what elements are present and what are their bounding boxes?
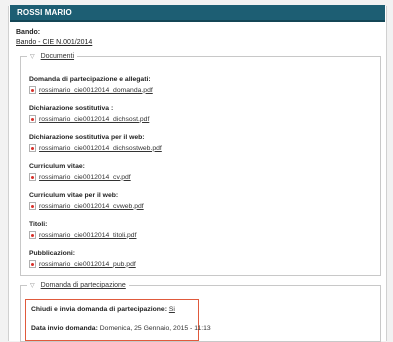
pdf-icon[interactable] — [29, 231, 36, 239]
document-file[interactable]: rossimario_cie0012014_titoli.pdf — [29, 231, 136, 239]
document-title: Dichiarazione sostitutiva : — [29, 105, 114, 112]
document-item: Dichiarazione sostitutiva : rossimario_c… — [29, 105, 149, 123]
data-invio-row: Data invio domanda: Domenica, 25 Gennaio… — [31, 325, 211, 332]
document-title: Titoli: — [29, 221, 48, 228]
chevron-down-icon[interactable]: ▽ — [30, 54, 35, 60]
chiudi-row: Chiudi e invia domanda di partecipazione… — [31, 306, 175, 313]
pdf-icon[interactable] — [29, 86, 36, 94]
documenti-legend[interactable]: ▽ Documenti — [27, 53, 77, 60]
pdf-icon[interactable] — [29, 202, 36, 210]
document-file[interactable]: rossimario_cie0012014_cv.pdf — [29, 173, 131, 181]
pdf-icon[interactable] — [29, 173, 36, 181]
document-link[interactable]: rossimario_cie0012014_dichsost.pdf — [39, 116, 149, 123]
document-file[interactable]: rossimario_cie0012014_dichsost.pdf — [29, 115, 149, 123]
chiudi-value-link[interactable]: Si — [169, 306, 175, 313]
document-file[interactable]: rossimario_cie0012014_domanda.pdf — [29, 86, 153, 94]
document-item: Domanda di partecipazione e allegati: ro… — [29, 76, 153, 94]
documenti-legend-label[interactable]: Documenti — [41, 53, 74, 60]
domanda-legend-label[interactable]: Domanda di partecipazione — [41, 282, 126, 289]
document-file[interactable]: rossimario_cie0012014_cvweb.pdf — [29, 202, 144, 210]
document-title: Curriculum vitae per il web: — [29, 192, 119, 199]
page-title: ROSSI MARIO — [10, 5, 385, 22]
bando-link[interactable]: Bando - CIE N.001/2014 — [16, 39, 92, 46]
submission-highlight-box: Chiudi e invia domanda di partecipazione… — [25, 299, 211, 341]
document-item: Pubblicazioni: rossimario_cie0012014_pub… — [29, 250, 136, 268]
document-link[interactable]: rossimario_cie0012014_dichsostweb.pdf — [39, 145, 162, 152]
pdf-icon[interactable] — [29, 144, 36, 152]
document-item: Curriculum vitae: rossimario_cie0012014_… — [29, 163, 131, 181]
document-item: Curriculum vitae per il web: rossimario_… — [29, 192, 144, 210]
document-title: Curriculum vitae: — [29, 163, 85, 170]
bando-label: Bando: — [16, 29, 41, 36]
document-title: Pubblicazioni: — [29, 250, 76, 257]
pdf-icon[interactable] — [29, 115, 36, 123]
document-item: Dichiarazione sostitutiva per il web: ro… — [29, 134, 162, 152]
data-invio-value: Domenica, 25 Gennaio, 2015 - 11:13 — [99, 325, 211, 332]
chiudi-label: Chiudi e invia domanda di partecipazione… — [31, 306, 167, 313]
document-item: Titoli: rossimario_cie0012014_titoli.pdf — [29, 221, 136, 239]
documenti-fieldset: ▽ Documenti Domanda di partecipazione e … — [20, 53, 381, 276]
data-invio-label: Data invio domanda: — [31, 325, 98, 332]
document-link[interactable]: rossimario_cie0012014_cv.pdf — [39, 174, 131, 181]
document-link[interactable]: rossimario_cie0012014_titoli.pdf — [39, 232, 136, 239]
document-link[interactable]: rossimario_cie0012014_domanda.pdf — [39, 87, 153, 94]
document-file[interactable]: rossimario_cie0012014_pub.pdf — [29, 260, 136, 268]
pdf-icon[interactable] — [29, 260, 36, 268]
domanda-legend[interactable]: ▽ Domanda di partecipazione — [27, 282, 129, 289]
document-title: Dichiarazione sostitutiva per il web: — [29, 134, 145, 141]
domanda-fieldset: ▽ Domanda di partecipazione Chiudi e inv… — [20, 282, 381, 342]
document-file[interactable]: rossimario_cie0012014_dichsostweb.pdf — [29, 144, 162, 152]
document-link[interactable]: rossimario_cie0012014_cvweb.pdf — [39, 203, 144, 210]
document-link[interactable]: rossimario_cie0012014_pub.pdf — [39, 261, 136, 268]
chevron-down-icon[interactable]: ▽ — [30, 283, 35, 289]
document-title: Domanda di partecipazione e allegati: — [29, 76, 151, 83]
